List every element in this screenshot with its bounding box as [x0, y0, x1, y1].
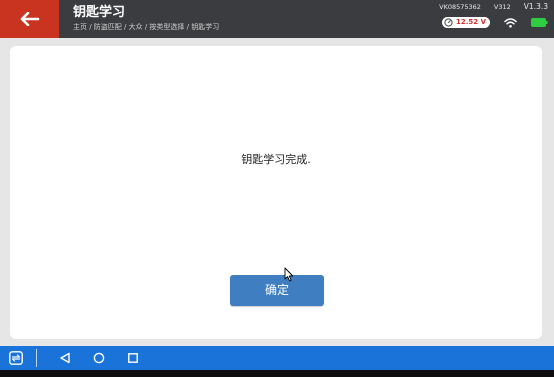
version-code: V312 [493, 3, 511, 11]
app-switch-icon[interactable] [9, 351, 23, 365]
voltage-badge: 12.52 V [442, 17, 490, 28]
wifi-icon [504, 17, 517, 28]
nav-divider [36, 349, 37, 367]
app-screen: 钥匙学习 主页 / 防盗匹配 / 大众 / 按类型选择 / 钥匙学习 VK085… [0, 0, 554, 377]
back-triangle-icon[interactable] [59, 352, 71, 364]
result-message: 钥匙学习完成. [241, 153, 311, 166]
serial-number: VK08575362 [439, 3, 481, 11]
device-ids: VK08575362 V312 V1.3.3 [439, 2, 548, 12]
breadcrumb: 主页 / 防盗匹配 / 大众 / 按类型选择 / 钥匙学习 [73, 23, 220, 31]
back-button[interactable] [0, 0, 59, 38]
recent-square-icon[interactable] [127, 352, 139, 364]
confirm-button[interactable]: 确定 [230, 275, 324, 306]
battery-icon [531, 18, 548, 27]
voltage-value: 12.52 V [456, 18, 486, 26]
status-icons-row: 12.52 V [439, 17, 548, 28]
voltage-gauge-icon [444, 18, 453, 27]
bottom-edge [0, 370, 554, 377]
page-title: 钥匙学习 [73, 5, 126, 20]
software-version: V1.3.3 [523, 2, 548, 11]
title-area: 钥匙学习 主页 / 防盗匹配 / 大众 / 按类型选择 / 钥匙学习 [73, 6, 219, 32]
content-panel: 钥匙学习完成. 确定 [10, 46, 542, 339]
device-status: VK08575362 V312 V1.3.3 12.52 V [439, 3, 548, 28]
home-circle-icon[interactable] [93, 352, 105, 364]
back-arrow-icon [20, 12, 39, 26]
header-bar: 钥匙学习 主页 / 防盗匹配 / 大众 / 按类型选择 / 钥匙学习 VK085… [0, 0, 554, 38]
system-nav-bar [0, 346, 554, 370]
